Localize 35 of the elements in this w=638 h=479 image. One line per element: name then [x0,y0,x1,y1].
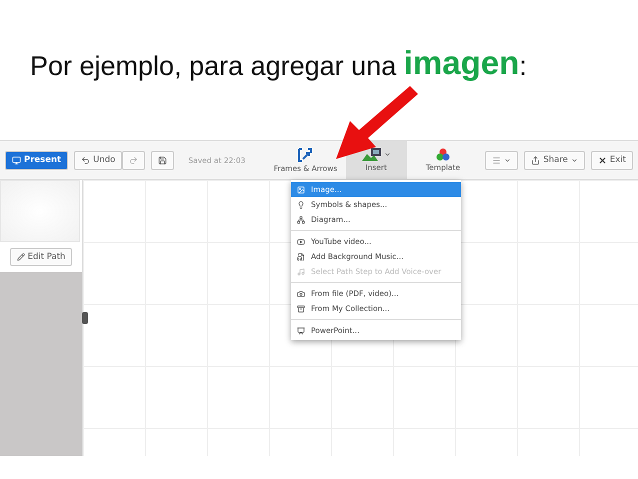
music-note-icon [297,268,305,276]
pencil-icon [16,253,25,261]
present-button[interactable]: Present [5,150,68,170]
menu-button[interactable] [485,150,518,170]
redo-button[interactable] [122,150,146,170]
share-icon [531,156,540,164]
edit-path-button[interactable]: Edit Path [10,248,72,266]
screen-icon [12,156,21,164]
exit-button[interactable]: Exit [590,150,633,170]
menu-icon [492,156,502,164]
music-file-icon [297,252,305,260]
play-icon [297,238,305,246]
highlighted-word: imagen [404,44,520,82]
save-button[interactable] [151,150,174,170]
slide-title: Por ejemplo, para agregar una [30,50,398,82]
slides-icon [297,326,305,334]
close-icon [598,156,607,164]
slide-thumbnail[interactable] [0,180,80,242]
camera-icon [297,290,305,298]
redo-icon [129,156,138,164]
color-circles-icon [436,148,450,161]
undo-button[interactable]: Undo [74,150,122,170]
diagram-icon [297,216,305,224]
colon: : [519,50,527,82]
resize-handle[interactable] [82,312,88,324]
caret-icon [504,156,512,164]
frame-arrow-icon [297,148,314,162]
save-icon [158,156,168,164]
share-button[interactable]: Share [524,150,585,170]
caret-icon [570,156,578,164]
image-icon [297,186,305,194]
box-icon [297,304,305,312]
undo-icon [81,156,90,164]
lightbulb-icon [297,200,305,208]
caret-icon [384,151,391,158]
